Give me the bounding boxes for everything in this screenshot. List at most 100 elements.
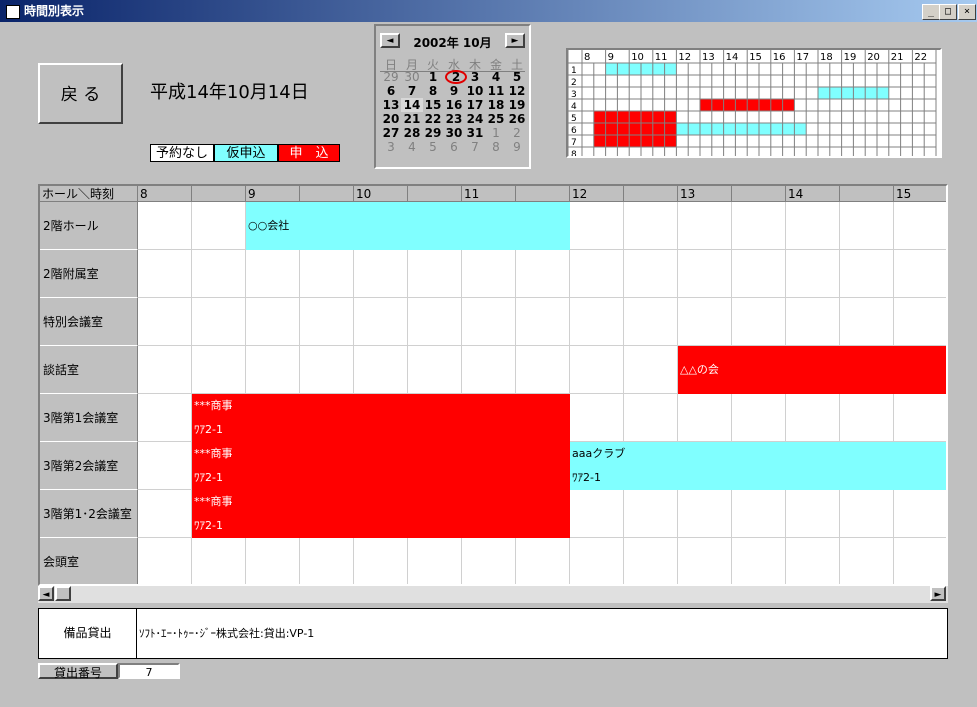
schedule-cell[interactable] xyxy=(462,298,516,346)
calendar-day[interactable]: 4 xyxy=(485,70,507,84)
schedule-cell[interactable] xyxy=(246,250,300,298)
schedule-cell[interactable] xyxy=(624,298,678,346)
schedule-cell[interactable] xyxy=(840,298,894,346)
calendar-day[interactable]: 21 xyxy=(401,112,423,126)
schedule-cell[interactable] xyxy=(570,490,624,538)
schedule-cell[interactable] xyxy=(246,298,300,346)
calendar-day[interactable]: 1 xyxy=(485,126,507,140)
schedule-cell[interactable] xyxy=(462,538,516,584)
schedule-cell[interactable] xyxy=(138,490,192,538)
schedule-cell[interactable] xyxy=(354,298,408,346)
schedule-cell[interactable] xyxy=(786,202,840,250)
schedule-cell[interactable] xyxy=(678,250,732,298)
schedule-cell[interactable] xyxy=(192,202,246,250)
maximize-button[interactable]: □ xyxy=(939,4,957,20)
calendar-day[interactable]: 24 xyxy=(464,112,486,126)
calendar-day[interactable]: 28 xyxy=(401,126,423,140)
calendar-day[interactable]: 22 xyxy=(422,112,444,126)
schedule-cell[interactable] xyxy=(624,490,678,538)
calendar-day[interactable]: 31 xyxy=(464,126,486,140)
schedule-cell[interactable] xyxy=(840,394,894,442)
schedule-cell[interactable] xyxy=(408,346,462,394)
schedule-cell[interactable] xyxy=(138,538,192,584)
schedule-cell[interactable] xyxy=(516,298,570,346)
schedule-cell[interactable] xyxy=(732,490,786,538)
calendar-day[interactable]: 9 xyxy=(506,140,528,154)
booking-block[interactable]: aaaクラブ ﾜｱ2-1 xyxy=(570,442,946,490)
schedule-cell[interactable] xyxy=(192,298,246,346)
schedule-cell[interactable] xyxy=(300,538,354,584)
calendar-day[interactable]: 26 xyxy=(506,112,528,126)
calendar-day[interactable]: 17 xyxy=(464,98,486,112)
schedule-cell[interactable] xyxy=(732,298,786,346)
schedule-cell[interactable] xyxy=(570,298,624,346)
calendar-day[interactable]: 30 xyxy=(401,70,423,84)
schedule-cell[interactable] xyxy=(732,250,786,298)
schedule-cell[interactable] xyxy=(732,394,786,442)
minimize-button[interactable]: _ xyxy=(922,4,940,20)
schedule-cell[interactable] xyxy=(570,250,624,298)
scroll-left-button[interactable]: ◄ xyxy=(38,586,54,601)
calendar-day[interactable]: 6 xyxy=(380,84,402,98)
month-calendar[interactable]: ◄ 2002年 10月 ► 日月火水木金土 29 30 1 2 3 4 5 6 7 8 9 10 11 1… xyxy=(374,24,531,169)
schedule-cell[interactable] xyxy=(786,490,840,538)
schedule-cell[interactable] xyxy=(840,202,894,250)
schedule-cell[interactable] xyxy=(138,298,192,346)
scroll-thumb[interactable] xyxy=(55,586,71,601)
schedule-cell[interactable] xyxy=(570,394,624,442)
schedule-cell[interactable] xyxy=(246,538,300,584)
schedule-cell[interactable] xyxy=(678,298,732,346)
schedule-cell[interactable] xyxy=(300,250,354,298)
schedule-cell[interactable] xyxy=(624,346,678,394)
calendar-day[interactable]: 20 xyxy=(380,112,402,126)
schedule-cell[interactable] xyxy=(894,538,946,584)
calendar-day[interactable]: 8 xyxy=(422,84,444,98)
calendar-day[interactable]: 2 xyxy=(506,126,528,140)
horizontal-scrollbar[interactable]: ◄ ► xyxy=(38,586,948,603)
calendar-day[interactable]: 12 xyxy=(506,84,528,98)
calendar-day[interactable]: 25 xyxy=(485,112,507,126)
calendar-day[interactable]: 27 xyxy=(380,126,402,140)
calendar-day[interactable]: 10 xyxy=(464,84,486,98)
schedule-cell[interactable] xyxy=(678,538,732,584)
schedule-cell[interactable] xyxy=(192,538,246,584)
schedule-cell[interactable] xyxy=(624,250,678,298)
schedule-cell[interactable] xyxy=(570,346,624,394)
calendar-day[interactable]: 7 xyxy=(401,84,423,98)
schedule-cell[interactable] xyxy=(786,394,840,442)
schedule-cell[interactable] xyxy=(462,346,516,394)
calendar-day[interactable]: 18 xyxy=(485,98,507,112)
schedule-cell[interactable] xyxy=(894,202,946,250)
schedule-cell[interactable] xyxy=(894,490,946,538)
calendar-day[interactable]: 15 xyxy=(422,98,444,112)
schedule-cell[interactable] xyxy=(300,346,354,394)
schedule-cell[interactable] xyxy=(516,346,570,394)
schedule-cell[interactable] xyxy=(624,202,678,250)
schedule-cell[interactable] xyxy=(894,250,946,298)
calendar-day[interactable]: 5 xyxy=(506,70,528,84)
schedule-cell[interactable] xyxy=(840,490,894,538)
schedule-cell[interactable] xyxy=(408,298,462,346)
booking-block[interactable]: △△の会 xyxy=(678,346,946,394)
schedule-cell[interactable] xyxy=(894,298,946,346)
schedule-cell[interactable] xyxy=(732,202,786,250)
calendar-day[interactable]: 9 xyxy=(443,84,465,98)
calendar-day[interactable]: 14 xyxy=(401,98,423,112)
calendar-day[interactable]: 4 xyxy=(401,140,423,154)
schedule-cell[interactable] xyxy=(138,394,192,442)
calendar-day[interactable]: 23 xyxy=(443,112,465,126)
scroll-right-button[interactable]: ► xyxy=(930,586,946,601)
calendar-day[interactable]: 29 xyxy=(422,126,444,140)
booking-block[interactable]: ***商事 ﾜｱ2-1 xyxy=(192,394,570,442)
schedule-cell[interactable] xyxy=(408,250,462,298)
schedule-cell[interactable] xyxy=(840,250,894,298)
calendar-day[interactable]: 3 xyxy=(464,70,486,84)
schedule-cell[interactable] xyxy=(786,298,840,346)
schedule-cell[interactable] xyxy=(192,250,246,298)
schedule-cell[interactable] xyxy=(894,394,946,442)
booking-block[interactable]: ***商事 ﾜｱ2-1 xyxy=(192,442,570,490)
schedule-cell[interactable] xyxy=(246,346,300,394)
schedule-cell[interactable] xyxy=(624,394,678,442)
schedule-cell[interactable] xyxy=(678,202,732,250)
calendar-day[interactable]: 16 xyxy=(443,98,465,112)
